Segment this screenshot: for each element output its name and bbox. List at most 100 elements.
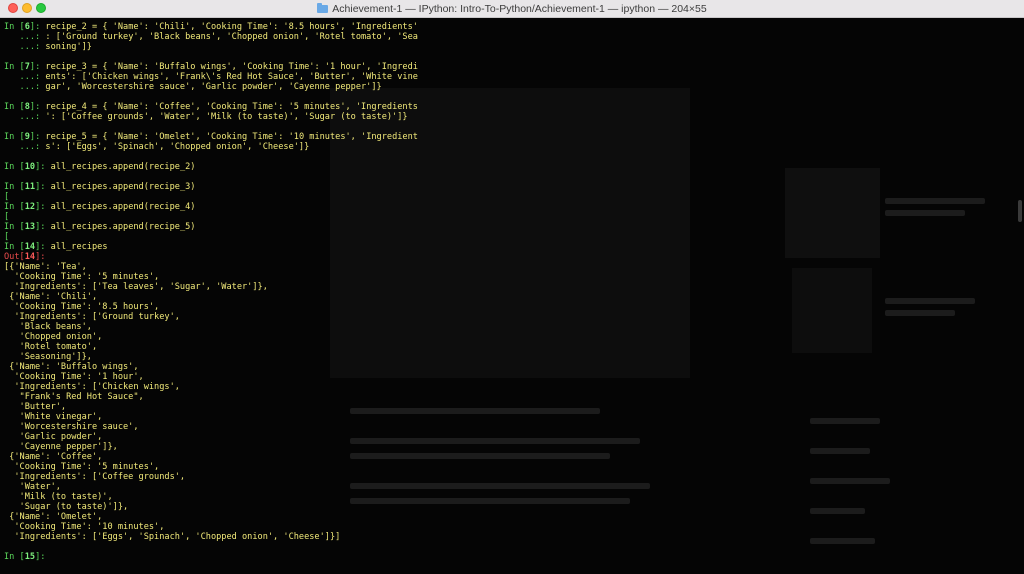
output-line: 'Rotel tomato', bbox=[4, 342, 1020, 352]
continuation-line: ...: s': ['Eggs', 'Spinach', 'Chopped on… bbox=[4, 142, 1020, 152]
terminal-output[interactable]: In [6]: recipe_2 = { 'Name': 'Chili', 'C… bbox=[0, 22, 1020, 574]
output-text: 'Ingredients': ['Chicken wings', bbox=[4, 382, 180, 392]
continuation-line: ...: ': ['Coffee grounds', 'Water', 'Mil… bbox=[4, 112, 1020, 122]
code-text: all_recipes.append(recipe_2) bbox=[50, 162, 196, 172]
title-bar: Achievement-1 — IPython: Intro-To-Python… bbox=[0, 0, 1024, 18]
output-text: 'Cooking Time': '8.5 hours', bbox=[4, 302, 160, 312]
output-text: "Frank's Red Hot Sauce", bbox=[4, 392, 144, 402]
input-prompt-line: In [14]: all_recipes bbox=[4, 242, 1020, 252]
output-line: 'Worcestershire sauce', bbox=[4, 422, 1020, 432]
output-text: 'Cooking Time': '1 hour', bbox=[4, 372, 144, 382]
output-text: 'Cayenne pepper']}, bbox=[4, 442, 118, 452]
output-line: 'Cooking Time': '5 minutes', bbox=[4, 272, 1020, 282]
stub-text: [ bbox=[4, 232, 10, 242]
prompt-number: 13 bbox=[24, 222, 36, 232]
stub-text: [ bbox=[4, 212, 10, 222]
input-prompt-line: In [13]: all_recipes.append(recipe_5) bbox=[4, 222, 1020, 232]
output-text: {'Name': 'Coffee', bbox=[4, 452, 103, 462]
code-text: : ['Ground turkey', 'Black beans', 'Chop… bbox=[45, 32, 418, 42]
zoom-button[interactable] bbox=[36, 3, 46, 13]
in-prompt: In [ bbox=[4, 22, 25, 32]
input-prompt-line: In [8]: recipe_4 = { 'Name': 'Coffee', '… bbox=[4, 102, 1020, 112]
output-text: 'Cooking Time': '5 minutes', bbox=[4, 272, 160, 282]
continuation-line: ...: ents': ['Chicken wings', 'Frank\'s … bbox=[4, 72, 1020, 82]
in-prompt: In [ bbox=[4, 162, 25, 172]
continuation-line: ...: : ['Ground turkey', 'Black beans', … bbox=[4, 32, 1020, 42]
output-line: 'Milk (to taste)', bbox=[4, 492, 1020, 502]
prompt-stub: [ bbox=[4, 192, 1020, 202]
in-prompt-close: ]: bbox=[35, 162, 51, 172]
output-text: 'Ingredients': ['Ground turkey', bbox=[4, 312, 180, 322]
prompt-number: 14 bbox=[24, 252, 36, 262]
in-prompt-close: ]: bbox=[35, 242, 51, 252]
output-text: 'Worcestershire sauce', bbox=[4, 422, 139, 432]
output-text: 'Ingredients': ['Coffee grounds', bbox=[4, 472, 186, 482]
output-text: 'Black beans', bbox=[4, 322, 92, 332]
minimize-button[interactable] bbox=[22, 3, 32, 13]
output-text: 'Butter', bbox=[4, 402, 67, 412]
output-line: {'Name': 'Coffee', bbox=[4, 452, 1020, 462]
prompt-number: 12 bbox=[24, 202, 36, 212]
output-text: 'Ingredients': ['Tea leaves', 'Sugar', '… bbox=[4, 282, 268, 292]
folder-icon bbox=[317, 2, 329, 13]
code-text: recipe_2 = { 'Name': 'Chili', 'Cooking T… bbox=[45, 22, 418, 32]
in-prompt: In [ bbox=[4, 102, 25, 112]
input-prompt-line: In [11]: all_recipes.append(recipe_3) bbox=[4, 182, 1020, 192]
output-line: 'Ingredients': ['Ground turkey', bbox=[4, 312, 1020, 322]
code-text: soning']} bbox=[45, 42, 92, 52]
stub-text: [ bbox=[4, 192, 10, 202]
code-text: all_recipes.append(recipe_3) bbox=[50, 182, 196, 192]
code-text: gar', 'Worcestershire sauce', 'Garlic po… bbox=[45, 82, 382, 92]
input-prompt-line: In [10]: all_recipes.append(recipe_2) bbox=[4, 162, 1020, 172]
continuation-line: ...: soning']} bbox=[4, 42, 1020, 52]
output-line: 'White vinegar', bbox=[4, 412, 1020, 422]
in-prompt-close: ]: bbox=[29, 62, 46, 72]
output-line: 'Ingredients': ['Eggs', 'Spinach', 'Chop… bbox=[4, 532, 1020, 542]
in-prompt: In [ bbox=[4, 242, 25, 252]
input-prompt-line: In [7]: recipe_3 = { 'Name': 'Buffalo wi… bbox=[4, 62, 1020, 72]
output-text: 'Ingredients': ['Eggs', 'Spinach', 'Chop… bbox=[4, 532, 341, 542]
output-line: {'Name': 'Buffalo wings', bbox=[4, 362, 1020, 372]
output-text: 'Seasoning']}, bbox=[4, 352, 92, 362]
in-prompt: In [ bbox=[4, 222, 25, 232]
scrollbar[interactable] bbox=[1018, 200, 1022, 222]
output-line: 'Cayenne pepper']}, bbox=[4, 442, 1020, 452]
in-prompt: In [ bbox=[4, 132, 25, 142]
in-prompt-close: ]: bbox=[29, 22, 46, 32]
output-prompt-line: Out[14]: bbox=[4, 252, 1020, 262]
continuation-prompt: ...: bbox=[4, 32, 46, 42]
continuation-prompt: ...: bbox=[4, 112, 46, 122]
output-line: 'Garlic powder', bbox=[4, 432, 1020, 442]
output-line: 'Ingredients': ['Coffee grounds', bbox=[4, 472, 1020, 482]
output-line: 'Ingredients': ['Tea leaves', 'Sugar', '… bbox=[4, 282, 1020, 292]
in-prompt-close: ]: bbox=[29, 102, 46, 112]
prompt-stub: [ bbox=[4, 232, 1020, 242]
continuation-prompt: ...: bbox=[4, 42, 46, 52]
code-text: all_recipes.append(recipe_5) bbox=[50, 222, 196, 232]
output-text: 'Sugar (to taste)']}, bbox=[4, 502, 129, 512]
code-text: all_recipes.append(recipe_4) bbox=[50, 202, 196, 212]
window-title-group: Achievement-1 — IPython: Intro-To-Python… bbox=[317, 2, 707, 15]
code-text: ': ['Coffee grounds', 'Water', 'Milk (to… bbox=[45, 112, 408, 122]
output-line: 'Cooking Time': '10 minutes', bbox=[4, 522, 1020, 532]
input-prompt-line: In [6]: recipe_2 = { 'Name': 'Chili', 'C… bbox=[4, 22, 1020, 32]
output-line: {'Name': 'Chili', bbox=[4, 292, 1020, 302]
output-text: 'Cooking Time': '5 minutes', bbox=[4, 462, 160, 472]
prompt-stub: [ bbox=[4, 212, 1020, 222]
output-text: 'Garlic powder', bbox=[4, 432, 103, 442]
output-line: {'Name': 'Omelet', bbox=[4, 512, 1020, 522]
output-text: {'Name': 'Chili', bbox=[4, 292, 98, 302]
output-text: 'Chopped onion', bbox=[4, 332, 103, 342]
in-prompt: In [ bbox=[4, 182, 25, 192]
in-prompt: In [ bbox=[4, 552, 25, 562]
output-line: 'Cooking Time': '8.5 hours', bbox=[4, 302, 1020, 312]
code-text: recipe_5 = { 'Name': 'Omelet', 'Cooking … bbox=[45, 132, 418, 142]
output-line: 'Water', bbox=[4, 482, 1020, 492]
in-prompt-close: ]: bbox=[35, 222, 51, 232]
input-prompt-line: In [12]: all_recipes.append(recipe_4) bbox=[4, 202, 1020, 212]
close-button[interactable] bbox=[8, 3, 18, 13]
